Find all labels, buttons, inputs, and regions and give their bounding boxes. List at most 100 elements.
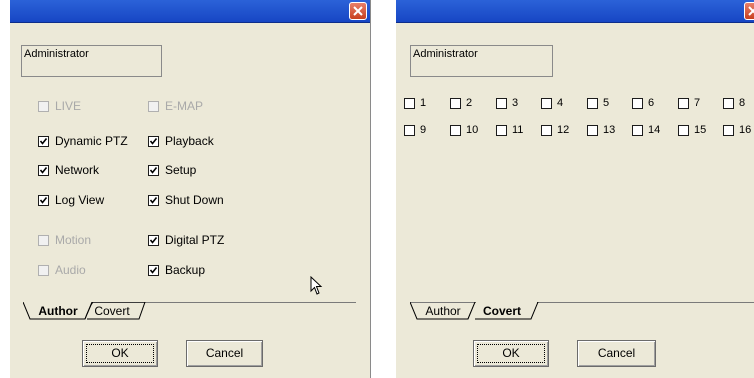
channel-label: 4 (557, 97, 564, 109)
checkbox[interactable] (723, 124, 734, 136)
checkbox[interactable] (38, 135, 49, 147)
channel-label: 15 (694, 124, 707, 136)
ok-button[interactable]: OK (82, 340, 158, 367)
checkbox[interactable] (148, 234, 159, 246)
checkbox (148, 100, 159, 112)
permission-digital-ptz[interactable]: Digital PTZ (148, 233, 224, 247)
checkmark-icon (149, 236, 158, 244)
channel-checkbox-14[interactable]: 14 (632, 123, 660, 137)
permission-label: Dynamic PTZ (55, 134, 128, 148)
checkmark-icon (39, 196, 48, 204)
cancel-button[interactable]: Cancel (186, 340, 263, 367)
permission-label: Motion (55, 233, 92, 247)
checkbox[interactable] (587, 124, 598, 136)
channel-label: 1 (420, 97, 427, 109)
checkbox[interactable] (541, 124, 552, 136)
checkbox[interactable] (496, 124, 507, 136)
user-name-field: Administrator (21, 45, 162, 77)
close-button[interactable] (744, 2, 754, 20)
channel-label: 5 (603, 97, 610, 109)
checkbox[interactable] (632, 97, 643, 109)
checkbox[interactable] (496, 97, 507, 109)
close-icon (353, 6, 363, 16)
permission-label: LIVE (55, 99, 82, 113)
permission-label: Audio (55, 263, 86, 277)
channel-checkbox-16[interactable]: 16 (723, 123, 751, 137)
tab-author[interactable]: Author (30, 303, 86, 320)
mouse-pointer-icon (310, 276, 323, 295)
checkmark-icon (39, 166, 48, 174)
checkbox[interactable] (38, 164, 49, 176)
checkbox[interactable] (148, 164, 159, 176)
user-permission-dialog-covert: Administrator 1 2 3 4 5 6 7 8 9 10 11 12 13 14 15 16 Au… (396, 0, 754, 378)
channel-checkbox-15[interactable]: 15 (678, 123, 706, 137)
permission-dynamic-ptz[interactable]: Dynamic PTZ (38, 134, 128, 148)
channel-label: 6 (648, 97, 655, 109)
cancel-button[interactable]: Cancel (577, 340, 656, 367)
checkbox[interactable] (148, 135, 159, 147)
channel-checkbox-2[interactable]: 2 (450, 96, 472, 110)
permission-shut-down[interactable]: Shut Down (148, 193, 224, 207)
channel-checkbox-4[interactable]: 4 (541, 96, 563, 110)
permission-log-view[interactable]: Log View (38, 193, 104, 207)
permission-backup[interactable]: Backup (148, 263, 205, 277)
channel-checkbox-7[interactable]: 7 (678, 96, 700, 110)
channel-label: 13 (603, 124, 616, 136)
permission-live: LIVE (38, 99, 81, 113)
permission-label: Backup (165, 263, 206, 277)
channel-checkbox-13[interactable]: 13 (587, 123, 615, 137)
channel-checkbox-10[interactable]: 10 (450, 123, 478, 137)
checkbox[interactable] (148, 194, 159, 206)
checkmark-icon (149, 166, 158, 174)
user-name-field: Administrator (410, 45, 553, 77)
checkbox[interactable] (450, 97, 461, 109)
channel-label: 3 (512, 97, 519, 109)
close-icon (748, 6, 754, 16)
checkbox[interactable] (587, 97, 598, 109)
channel-checkbox-3[interactable]: 3 (496, 96, 518, 110)
permission-label: Shut Down (165, 193, 224, 207)
channel-label: 14 (648, 124, 661, 136)
channel-label: 9 (420, 124, 427, 136)
channel-checkbox-8[interactable]: 8 (723, 96, 745, 110)
checkbox (38, 234, 49, 246)
checkmark-icon (149, 196, 158, 204)
permission-label: Playback (165, 134, 214, 148)
channel-checkbox-5[interactable]: 5 (587, 96, 609, 110)
channel-checkbox-12[interactable]: 12 (541, 123, 569, 137)
checkbox[interactable] (632, 124, 643, 136)
title-bar[interactable] (396, 0, 754, 23)
permission-motion: Motion (38, 233, 91, 247)
channel-label: 7 (694, 97, 701, 109)
tab-covert[interactable]: Covert (90, 303, 134, 320)
checkbox[interactable] (38, 194, 49, 206)
checkbox[interactable] (678, 97, 689, 109)
permission-setup[interactable]: Setup (148, 163, 196, 177)
channel-label: 12 (557, 124, 570, 136)
permission-label: Log View (55, 193, 105, 207)
permission-label: Network (55, 163, 100, 177)
tab-covert[interactable]: Covert (476, 303, 528, 320)
channel-label: 2 (466, 97, 473, 109)
channel-checkbox-1[interactable]: 1 (404, 96, 426, 110)
checkbox[interactable] (404, 124, 415, 136)
checkbox[interactable] (541, 97, 552, 109)
checkbox[interactable] (148, 264, 159, 276)
ok-button[interactable]: OK (473, 340, 549, 367)
permission-playback[interactable]: Playback (148, 134, 214, 148)
checkbox[interactable] (678, 124, 689, 136)
checkbox[interactable] (723, 97, 734, 109)
checkmark-icon (39, 137, 48, 145)
permission-network[interactable]: Network (38, 163, 99, 177)
channel-checkbox-11[interactable]: 11 (496, 123, 523, 137)
close-button[interactable] (349, 2, 367, 20)
checkbox[interactable] (450, 124, 461, 136)
channel-checkbox-6[interactable]: 6 (632, 96, 654, 110)
title-bar[interactable] (10, 0, 370, 23)
permission-audio: Audio (38, 263, 86, 277)
tab-author[interactable]: Author (420, 303, 466, 320)
checkbox[interactable] (404, 97, 415, 109)
permission-label: Setup (165, 163, 197, 177)
checkmark-icon (149, 266, 158, 274)
channel-checkbox-9[interactable]: 9 (404, 123, 426, 137)
